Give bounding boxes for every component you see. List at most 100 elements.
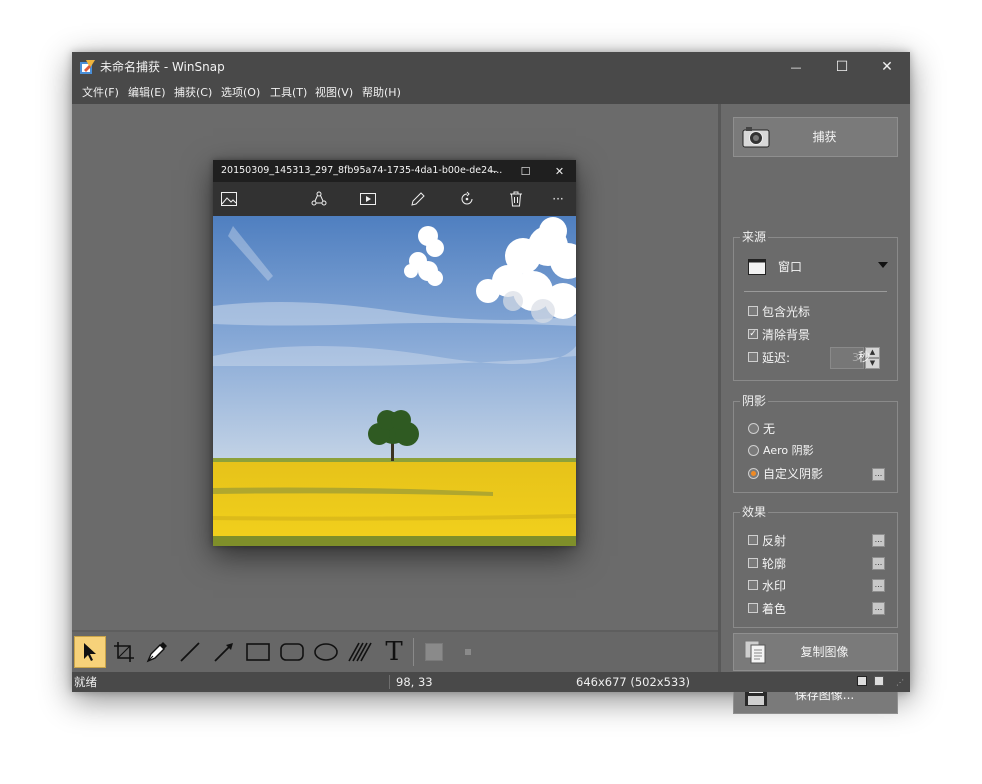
text-icon: T	[385, 637, 403, 667]
minimize-button[interactable]: —	[773, 52, 819, 82]
capture-button[interactable]: 捕获	[733, 117, 898, 157]
maximize-icon: ☐	[835, 59, 849, 75]
pointer-tool[interactable]	[74, 636, 106, 668]
include-cursor-checkbox[interactable]: 包含光标	[748, 302, 810, 320]
line-width[interactable]	[452, 636, 484, 668]
source-group: 来源 窗口 包含光标 ✓ 清除背景 延迟: 3 ▲ ▼ 秒	[733, 229, 898, 381]
maximize-button[interactable]: ☐	[819, 52, 865, 82]
radio-selected-icon	[748, 467, 759, 479]
shadow-custom-label: 自定义阴影	[763, 466, 824, 481]
shadow-settings-button[interactable]: ...	[872, 468, 885, 481]
delete-icon[interactable]	[507, 190, 525, 208]
crop-icon	[114, 642, 134, 662]
effect-reflection-checkbox[interactable]: 反射	[748, 531, 786, 549]
rotate-icon[interactable]	[458, 190, 476, 208]
checkbox-box	[748, 558, 758, 568]
effect-tint-label: 着色	[762, 601, 787, 616]
fill-color[interactable]	[418, 636, 450, 668]
close-icon: ✕	[881, 59, 893, 75]
image-icon[interactable]	[220, 190, 238, 208]
resize-grip-icon[interactable]: ⋰	[896, 678, 906, 688]
effect-tint-checkbox[interactable]: 着色	[748, 599, 786, 617]
effect-watermark-checkbox[interactable]: 水印	[748, 576, 786, 594]
rounded-rectangle-tool[interactable]	[276, 636, 308, 668]
menu-bar: 文件(F) 编辑(E) 捕获(C) 选项(O) 工具(T) 视图(V) 帮助(H…	[72, 82, 910, 104]
menu-help[interactable]: 帮助(H)	[362, 82, 401, 104]
window-title: 未命名捕获 - WinSnap	[100, 60, 225, 74]
minimize-icon: —	[790, 60, 802, 74]
save-small-icon[interactable]	[857, 676, 867, 686]
winsnap-logo-icon	[80, 60, 95, 74]
maximize-icon: ☐	[520, 164, 531, 178]
shadow-custom-radio[interactable]: 自定义阴影	[748, 464, 823, 482]
toolbar-separator	[413, 638, 414, 666]
text-tool[interactable]: T	[378, 636, 410, 668]
line-tool[interactable]	[174, 636, 206, 668]
copy-small-icon[interactable]	[874, 676, 884, 686]
arrow-tool[interactable]	[208, 636, 240, 668]
slideshow-icon[interactable]	[359, 190, 377, 208]
menu-options[interactable]: 选项(O)	[221, 82, 260, 104]
image-size: 646x677 (502x533)	[576, 675, 691, 689]
pen-tool[interactable]	[141, 636, 173, 668]
close-icon: ✕	[554, 164, 565, 178]
delay-unit: 秒	[858, 350, 871, 364]
pen-icon	[146, 642, 167, 663]
ellipse-tool[interactable]	[310, 636, 342, 668]
photos-toolbar: ···	[213, 182, 576, 216]
delay-spinner[interactable]: 3 ▲ ▼	[830, 347, 880, 369]
shadow-title: 阴影	[740, 393, 769, 409]
status-text: 就绪	[74, 675, 97, 689]
delay-checkbox[interactable]: 延迟:	[748, 348, 790, 366]
close-button[interactable]: ✕	[864, 52, 910, 82]
menu-capture[interactable]: 捕获(C)	[174, 82, 212, 104]
status-divider	[389, 675, 390, 689]
menu-file[interactable]: 文件(F)	[82, 82, 119, 104]
photos-close-button[interactable]: ✕	[543, 160, 576, 182]
edit-pencil-icon[interactable]	[409, 190, 427, 208]
checkbox-box	[748, 580, 758, 590]
effects-group: 效果 反射 ... 轮廓 ... 水印 ... 着色 ...	[733, 504, 898, 628]
checkmark-icon: ✓	[748, 329, 758, 339]
watermark-settings-button[interactable]: ...	[872, 579, 885, 592]
shadow-none-label: 无	[763, 421, 776, 436]
shadow-none-radio[interactable]: 无	[748, 419, 775, 437]
drawing-toolbar: T	[72, 632, 718, 672]
hatch-tool[interactable]	[344, 636, 376, 668]
captured-photos-window[interactable]: 20150309_145313_297_8fb95a74-1735-4da1-b…	[213, 160, 576, 546]
rectangle-icon	[246, 643, 270, 661]
effect-outline-checkbox[interactable]: 轮廓	[748, 554, 786, 572]
pointer-icon	[84, 643, 96, 661]
clear-background-label: 清除背景	[762, 327, 811, 342]
copy-image-button[interactable]: 复制图像	[733, 633, 898, 671]
effects-title: 效果	[740, 504, 769, 520]
source-mode-dropdown[interactable]: 窗口	[746, 254, 888, 280]
tint-settings-button[interactable]: ...	[872, 602, 885, 615]
options-panel: 捕获 来源 窗口 包含光标 ✓ 清除背景 延迟: 3 ▲ ▼ 秒 阴影 无 Ae…	[721, 104, 910, 714]
capture-label: 捕获	[812, 130, 837, 144]
photos-title: 20150309_145313_297_8fb95a74-1735-4da1-b…	[221, 165, 503, 176]
radio-circle	[748, 444, 759, 456]
winsnap-window: 未命名捕获 - WinSnap — ☐ ✕ 文件(F) 编辑(E) 捕获(C) …	[72, 52, 910, 714]
line-width-swatch	[465, 649, 471, 655]
rectangle-tool[interactable]	[242, 636, 274, 668]
shadow-group: 阴影 无 Aero 阴影 自定义阴影 ...	[733, 393, 898, 493]
menu-view[interactable]: 视图(V)	[315, 82, 353, 104]
menu-tools[interactable]: 工具(T)	[270, 82, 307, 104]
hatch-icon	[348, 642, 372, 662]
clear-background-checkbox[interactable]: ✓ 清除背景	[748, 325, 810, 343]
photos-minimize-button[interactable]: —	[476, 160, 509, 182]
source-mode-value: 窗口	[778, 260, 803, 274]
reflection-settings-button[interactable]: ...	[872, 534, 885, 547]
crop-tool[interactable]	[108, 636, 140, 668]
include-cursor-label: 包含光标	[762, 304, 811, 319]
shadow-aero-radio[interactable]: Aero 阴影	[748, 441, 814, 459]
shadow-aero-label: Aero 阴影	[763, 444, 814, 457]
outline-settings-button[interactable]: ...	[872, 557, 885, 570]
more-icon[interactable]: ···	[549, 190, 567, 208]
share-icon[interactable]	[310, 190, 328, 208]
source-title: 来源	[740, 229, 769, 245]
menu-edit[interactable]: 编辑(E)	[128, 82, 166, 104]
arrow-icon	[214, 643, 233, 662]
photos-maximize-button[interactable]: ☐	[509, 160, 542, 182]
